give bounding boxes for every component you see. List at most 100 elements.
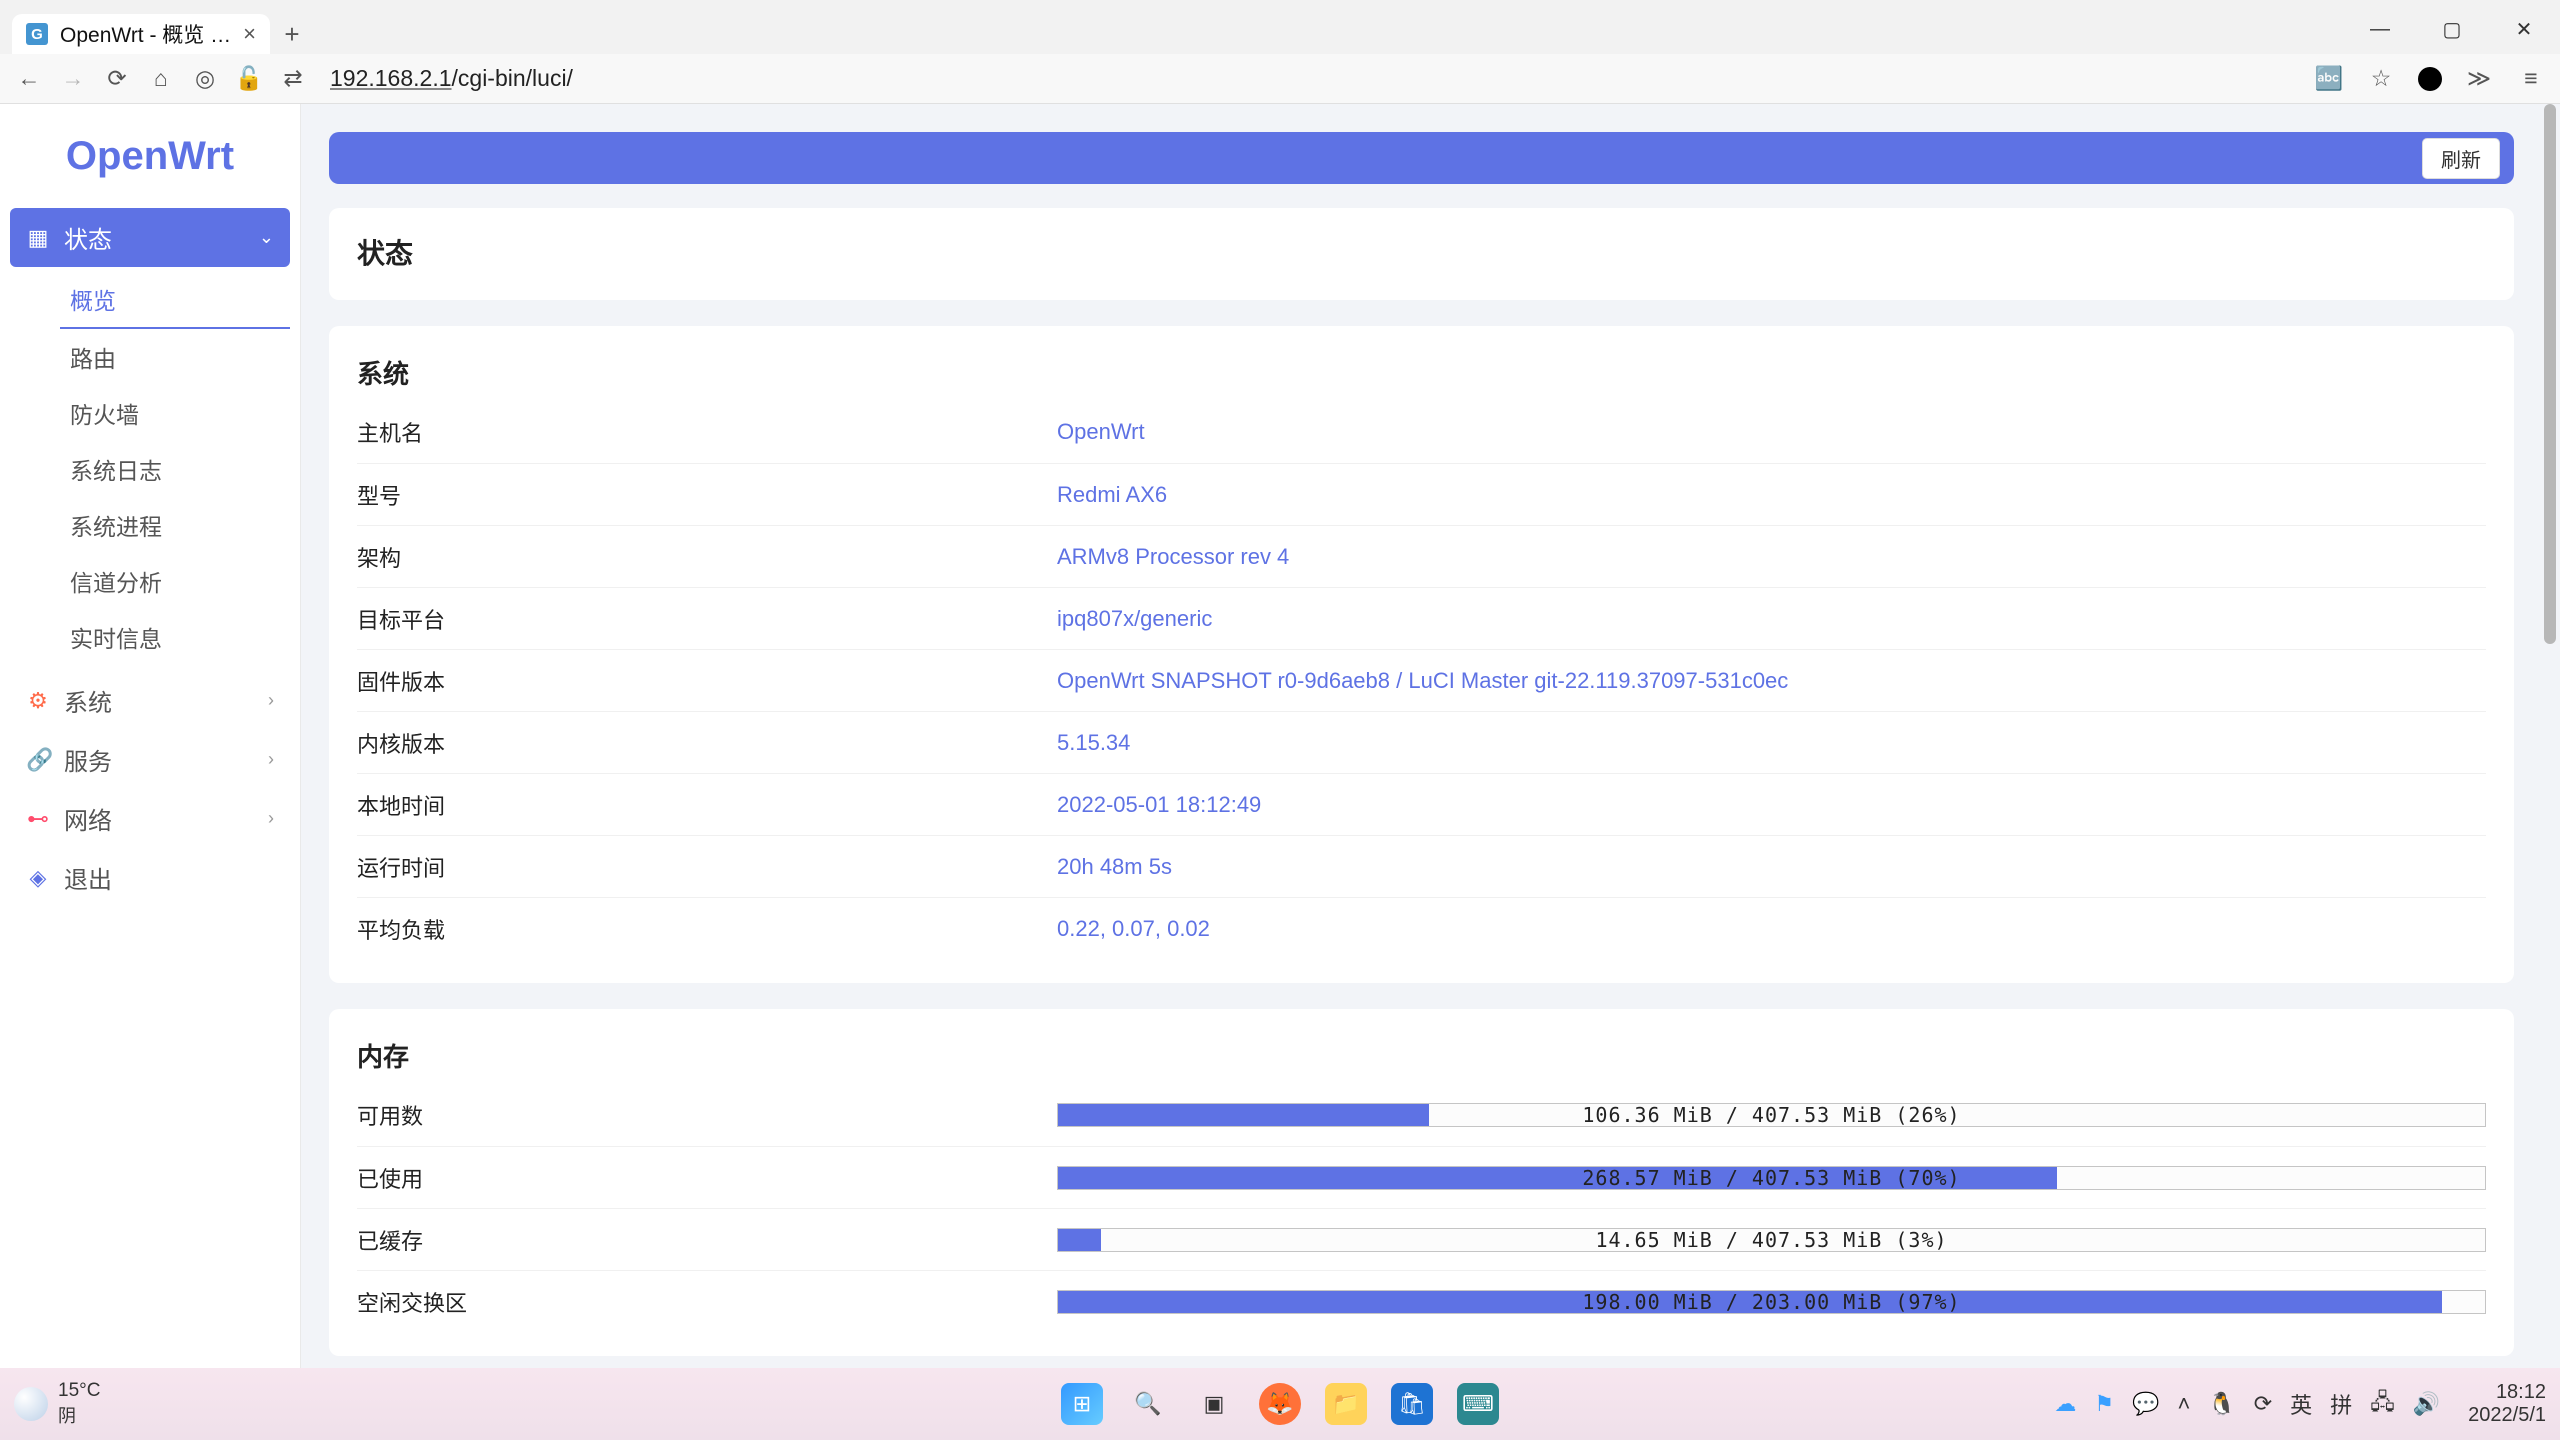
memory-card: 内存 可用数106.36 MiB / 407.53 MiB (26%) 已使用26…	[329, 1009, 2514, 1356]
lock-icon[interactable]: 🔓	[234, 65, 264, 92]
window-close-button[interactable]: ✕	[2488, 4, 2560, 54]
tray-update-icon[interactable]: ⟳	[2254, 1391, 2272, 1417]
gear-icon: ⚙	[26, 688, 50, 714]
browser-tab[interactable]: G OpenWrt - 概览 - LuCI ×	[12, 14, 270, 54]
tray-flag-icon[interactable]: ⚑	[2094, 1391, 2114, 1417]
row-label: 内核版本	[357, 727, 1057, 759]
bookmark-icon[interactable]: ☆	[2366, 65, 2396, 92]
row-label: 可用数	[357, 1099, 1057, 1131]
shield-icon[interactable]: ◎	[190, 65, 220, 92]
progress-text: 268.57 MiB / 407.53 MiB (70%)	[1058, 1167, 2485, 1189]
sidebar-item-system[interactable]: ⚙ 系统 ›	[10, 671, 290, 730]
table-row: 固件版本OpenWrt SNAPSHOT r0-9d6aeb8 / LuCI M…	[357, 649, 2486, 711]
taskbar-center: ⊞ 🔍 ▣ 🦊 📁 🛍 ⌨	[1061, 1383, 1499, 1425]
tray-volume-icon[interactable]: 🔊	[2413, 1391, 2440, 1417]
sidebar: OpenWrt ▦ 状态 ⌄ 概览 路由 防火墙 系统日志 系统进程 信道分析 …	[0, 104, 301, 1368]
row-label: 已使用	[357, 1162, 1057, 1194]
table-row: 可用数106.36 MiB / 407.53 MiB (26%)	[357, 1084, 2486, 1146]
start-button[interactable]: ⊞	[1061, 1383, 1103, 1425]
tab-title: OpenWrt - 概览 - LuCI	[60, 19, 231, 49]
tray-network-icon[interactable]: 🖧	[2370, 1385, 2395, 1423]
row-value: ipq807x/generic	[1057, 606, 2486, 632]
forward-button[interactable]: →	[58, 65, 88, 92]
browser-tab-strip: G OpenWrt - 概览 - LuCI × + — ▢ ✕	[0, 0, 2560, 54]
chevron-right-icon: ›	[268, 808, 274, 829]
taskbar-weather[interactable]: 15°C 阴	[14, 1380, 100, 1428]
sidebar-subitem-channel[interactable]: 信道分析	[60, 553, 290, 609]
taskview-button[interactable]: ▣	[1193, 1383, 1235, 1425]
row-label: 已缓存	[357, 1224, 1057, 1256]
system-card: 系统 主机名OpenWrt型号Redmi AX6架构ARMv8 Processo…	[329, 326, 2514, 983]
tab-close-icon[interactable]: ×	[243, 21, 256, 47]
new-tab-button[interactable]: +	[270, 14, 314, 54]
weather-icon	[14, 1387, 48, 1421]
chevron-down-icon: ⌄	[259, 227, 274, 248]
row-label: 固件版本	[357, 665, 1057, 697]
sidebar-item-label: 网络	[64, 801, 112, 836]
tray-app-icon[interactable]: 🐧	[2208, 1391, 2235, 1417]
sidebar-subitem-overview[interactable]: 概览	[60, 271, 290, 329]
sidebar-item-network[interactable]: ⊷ 网络 ›	[10, 789, 290, 848]
address-bar[interactable]: 192.168.2.1/cgi-bin/luci/	[322, 65, 2300, 92]
section-title-memory: 内存	[357, 1037, 2486, 1074]
app-firefox[interactable]: 🦊	[1259, 1383, 1301, 1425]
brand-logo[interactable]: OpenWrt	[0, 104, 300, 208]
row-value: 5.15.34	[1057, 730, 2486, 756]
row-label: 运行时间	[357, 851, 1057, 883]
sidebar-subitem-syslog[interactable]: 系统日志	[60, 441, 290, 497]
table-row: 已缓存14.65 MiB / 407.53 MiB (3%)	[357, 1208, 2486, 1270]
sidebar-item-services[interactable]: 🔗 服务 ›	[10, 730, 290, 789]
window-maximize-button[interactable]: ▢	[2416, 4, 2488, 54]
sidebar-subitem-routes[interactable]: 路由	[60, 329, 290, 385]
app-terminal[interactable]: ⌨	[1457, 1383, 1499, 1425]
sidebar-item-status[interactable]: ▦ 状态 ⌄	[10, 208, 290, 267]
tray-ime-mode[interactable]: 拼	[2330, 1388, 2352, 1420]
menu-icon[interactable]: ≡	[2516, 65, 2546, 92]
weather-temp: 15°C	[58, 1380, 100, 1402]
clock-time: 18:12	[2468, 1381, 2546, 1404]
page-header-bar: 刷新	[329, 132, 2514, 184]
permissions-icon[interactable]: ⇄	[278, 65, 308, 92]
row-label: 平均负载	[357, 913, 1057, 945]
sidebar-item-label: 服务	[64, 742, 112, 777]
progress-bar: 106.36 MiB / 407.53 MiB (26%)	[1057, 1103, 2486, 1127]
grid-icon: ▦	[26, 225, 50, 251]
system-tray: ☁ ⚑ 💬 ˄ 🐧 ⟳ 英 拼 🖧 🔊 18:12 2022/5/1	[2054, 1381, 2546, 1427]
reload-button[interactable]: ⟳	[102, 65, 132, 92]
row-label: 主机名	[357, 416, 1057, 448]
clock-date: 2022/5/1	[2468, 1404, 2546, 1427]
app-explorer[interactable]: 📁	[1325, 1383, 1367, 1425]
sidebar-subitem-firewall[interactable]: 防火墙	[60, 385, 290, 441]
sidebar-subitem-processes[interactable]: 系统进程	[60, 497, 290, 553]
app-store[interactable]: 🛍	[1391, 1383, 1433, 1425]
sidebar-item-logout[interactable]: ◈ 退出	[10, 848, 290, 907]
sidebar-subitem-realtime[interactable]: 实时信息	[60, 609, 290, 665]
row-value: 2022-05-01 18:12:49	[1057, 792, 2486, 818]
table-row: 内核版本5.15.34	[357, 711, 2486, 773]
search-button[interactable]: 🔍	[1127, 1383, 1169, 1425]
tray-chevron-up-icon[interactable]: ˄	[2177, 1391, 2190, 1417]
row-value: OpenWrt SNAPSHOT r0-9d6aeb8 / LuCI Maste…	[1057, 668, 2486, 694]
progress-bar: 268.57 MiB / 407.53 MiB (70%)	[1057, 1166, 2486, 1190]
profile-icon[interactable]	[2418, 67, 2442, 91]
back-button[interactable]: ←	[14, 65, 44, 92]
window-minimize-button[interactable]: —	[2344, 4, 2416, 54]
table-row: 空闲交换区198.00 MiB / 203.00 MiB (97%)	[357, 1270, 2486, 1332]
row-label: 目标平台	[357, 603, 1057, 635]
row-value: Redmi AX6	[1057, 482, 2486, 508]
main-scroll[interactable]: 刷新 状态 系统 主机名OpenWrt型号Redmi AX6架构ARMv8 Pr…	[301, 104, 2542, 1368]
overflow-icon[interactable]: ≫	[2464, 65, 2494, 92]
tray-chat-icon[interactable]: 💬	[2132, 1391, 2159, 1417]
tray-ime-lang[interactable]: 英	[2290, 1388, 2312, 1420]
taskbar-clock[interactable]: 18:12 2022/5/1	[2468, 1381, 2546, 1427]
table-row: 平均负载0.22, 0.07, 0.02	[357, 897, 2486, 959]
tab-favicon: G	[26, 23, 48, 45]
progress-text: 14.65 MiB / 407.53 MiB (3%)	[1058, 1229, 2485, 1251]
table-row: 目标平台ipq807x/generic	[357, 587, 2486, 649]
progress-bar: 14.65 MiB / 407.53 MiB (3%)	[1057, 1228, 2486, 1252]
translate-icon[interactable]: 🔤	[2314, 65, 2344, 92]
refresh-button[interactable]: 刷新	[2422, 138, 2500, 179]
progress-text: 106.36 MiB / 407.53 MiB (26%)	[1058, 1104, 2485, 1126]
home-button[interactable]: ⌂	[146, 65, 176, 92]
tray-onedrive-icon[interactable]: ☁	[2054, 1391, 2076, 1417]
